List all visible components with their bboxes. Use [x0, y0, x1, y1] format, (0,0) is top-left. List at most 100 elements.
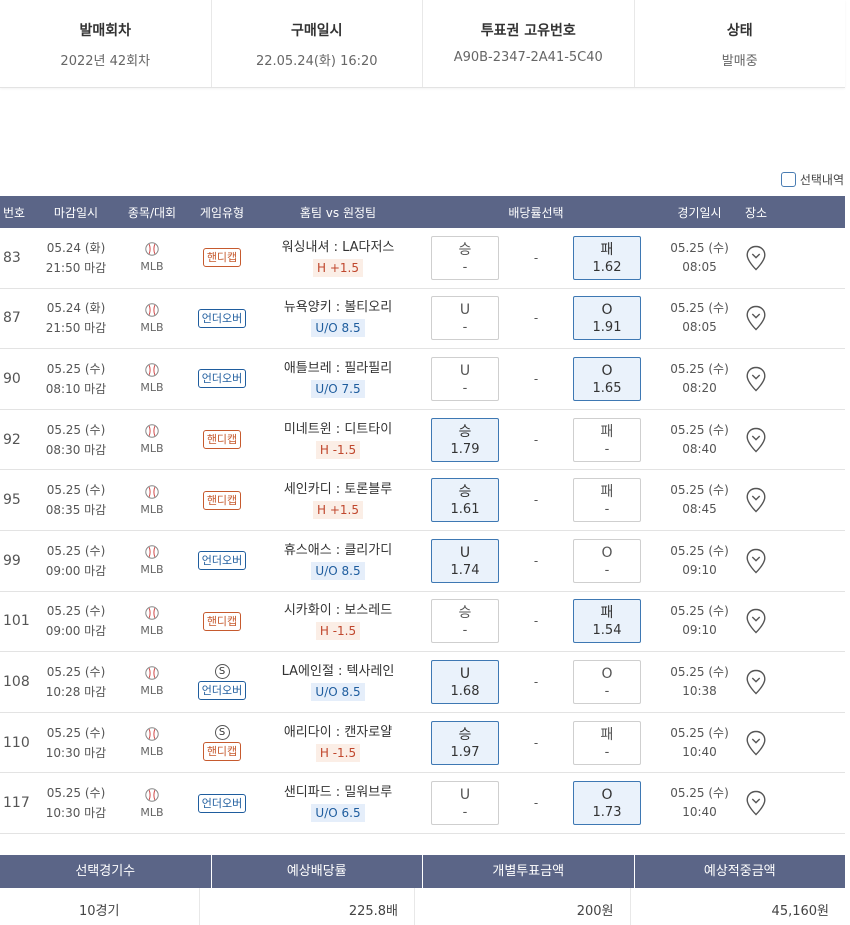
match-teams: 시카화이 : 보스레드	[283, 603, 393, 619]
game-type-tag: 언더오버	[197, 369, 247, 389]
game-date-cell: 05.25 (수) 08:45	[658, 481, 741, 519]
odds-draw: -	[533, 250, 539, 265]
deadline-date: 05.24 (화)	[46, 301, 106, 316]
odds-left-label: U	[459, 544, 471, 561]
game-type-tag: 핸디캡	[202, 741, 242, 761]
deadline-date: 05.24 (화)	[46, 240, 106, 255]
map-pin-icon[interactable]	[745, 548, 767, 574]
baseball-icon	[145, 303, 159, 317]
summary-stake-label: 개별투표금액	[423, 855, 635, 888]
handicap-value: U/O 8.5	[311, 319, 365, 338]
odds-left-label: 승	[458, 726, 472, 743]
match-teams: 워싱내셔 : LA다저스	[281, 239, 395, 255]
game-time: 08:20	[682, 380, 717, 395]
odds-button-left[interactable]: 승 1.97	[431, 720, 499, 765]
odds-button-right[interactable]: 패 -	[573, 417, 641, 462]
odds-button-left[interactable]: U -	[431, 296, 499, 341]
odds-right-label: O	[601, 544, 613, 561]
header-odds-select: 배당률선택	[508, 205, 564, 220]
odds-button-left[interactable]: U -	[431, 356, 499, 401]
odds-left-label: 승	[458, 241, 472, 258]
map-pin-icon[interactable]	[745, 487, 767, 513]
map-pin-icon[interactable]	[745, 427, 767, 453]
game-number: 83	[3, 249, 21, 266]
deadline-date: 05.25 (수)	[46, 786, 106, 801]
map-pin-icon[interactable]	[745, 305, 767, 331]
odds-button-left[interactable]: 승 1.79	[431, 417, 499, 462]
game-date: 05.25 (수)	[670, 604, 729, 619]
table-row: 92 05.25 (수) 08:30 마감 MLB 핸디캡 미네트윈 : 디트타…	[0, 410, 845, 471]
game-date-cell: 05.25 (수) 10:40	[658, 724, 741, 762]
deadline-date: 05.25 (수)	[46, 725, 106, 740]
odds-button-right[interactable]: 패 -	[573, 720, 641, 765]
deadline-time: 10:30 마감	[45, 806, 107, 821]
deadline-cell: 05.24 (화) 21:50 마감	[30, 298, 122, 338]
deadline-time: 09:00 마감	[45, 624, 107, 639]
baseball-icon	[145, 787, 159, 802]
map-pin-icon[interactable]	[745, 669, 767, 695]
special-mark: S	[214, 724, 230, 740]
odds-button-right[interactable]: O 1.65	[573, 356, 641, 401]
odds-draw: -	[533, 553, 539, 568]
odds-button-left[interactable]: U 1.68	[431, 659, 499, 704]
odds-draw: -	[533, 493, 539, 508]
deadline-date: 05.25 (수)	[46, 422, 106, 437]
purchase-value: 22.05.24(화) 16:20	[255, 54, 378, 69]
teams-cell: 시카화이 : 보스레드 H -1.5	[262, 602, 414, 641]
odds-left-label: 승	[458, 605, 472, 622]
sport-cell: MLB	[122, 424, 182, 455]
place-cell	[741, 548, 771, 574]
map-pin-icon[interactable]	[745, 245, 767, 271]
baseball-icon	[145, 727, 159, 741]
sport-cell: MLB	[122, 666, 182, 697]
odds-button-left[interactable]: 승 -	[431, 599, 499, 644]
header-teams: 홈팀 vs 원정팀	[299, 205, 377, 220]
odds-left-cell: 승 1.97	[414, 720, 516, 765]
game-date-cell: 05.25 (수) 10:38	[658, 663, 741, 701]
map-pin-icon[interactable]	[745, 366, 767, 392]
summary-table: 선택경기수 예상배당률 개별투표금액 예상적중금액 10경기 225.8배 20…	[0, 855, 845, 925]
select-history-checkbox[interactable]	[780, 172, 796, 187]
odds-button-right[interactable]: 패 1.54	[573, 599, 641, 644]
odds-button-right[interactable]: O -	[573, 538, 641, 583]
game-number: 108	[3, 673, 30, 690]
game-time: 10:40	[682, 805, 717, 820]
odds-button-left[interactable]: U 1.74	[431, 538, 499, 583]
handicap-value: U/O 8.5	[311, 682, 365, 701]
select-history-label: 선택내역	[799, 173, 844, 187]
odds-button-left[interactable]: U -	[431, 781, 499, 826]
sport-label: MLB	[140, 684, 164, 698]
game-type-cell: 언더오버	[182, 369, 262, 389]
odds-right-value: 1.54	[592, 623, 622, 639]
map-pin-icon[interactable]	[745, 790, 767, 816]
match-teams: 휴스애스 : 클리가디	[283, 542, 393, 558]
teams-cell: 세인카디 : 토론블루 H +1.5	[262, 481, 414, 520]
deadline-cell: 05.25 (수) 08:10 마감	[30, 359, 122, 399]
map-pin-icon[interactable]	[745, 608, 767, 634]
odds-left-value: -	[462, 805, 468, 821]
deadline-date: 05.25 (수)	[46, 604, 106, 619]
sport-cell: MLB	[122, 787, 182, 819]
odds-button-left[interactable]: 승 1.61	[431, 478, 499, 523]
place-cell	[741, 305, 771, 331]
odds-button-right[interactable]: 패 -	[573, 478, 641, 523]
game-number: 117	[3, 795, 30, 812]
select-history-toggle[interactable]: 선택내역	[780, 171, 844, 188]
map-pin-icon[interactable]	[745, 730, 767, 756]
match-teams: 애틀브레 : 필라필리	[283, 360, 393, 376]
table-body: 83 05.24 (화) 21:50 마감 MLB 핸디캡 워싱내셔 : LA다…	[0, 228, 845, 834]
odds-left-cell: U -	[414, 781, 516, 826]
odds-button-right[interactable]: O -	[573, 659, 641, 704]
header-game-date: 경기일시	[677, 205, 722, 220]
place-cell	[741, 669, 771, 695]
table-row: 90 05.25 (수) 08:10 마감 MLB 언더오버 애틀브레 : 필라…	[0, 349, 845, 410]
odds-button-right[interactable]: O 1.91	[573, 296, 641, 341]
odds-button-right[interactable]: 패 1.62	[573, 235, 641, 280]
odds-right-label: 패	[600, 605, 614, 622]
odds-right-label: O	[601, 302, 613, 319]
odds-button-left[interactable]: 승 -	[431, 235, 499, 280]
sport-cell: MLB	[122, 303, 182, 334]
game-time: 09:10	[682, 562, 717, 577]
odds-button-right[interactable]: O 1.73	[573, 781, 641, 826]
odds-right-cell: O 1.65	[556, 356, 658, 401]
